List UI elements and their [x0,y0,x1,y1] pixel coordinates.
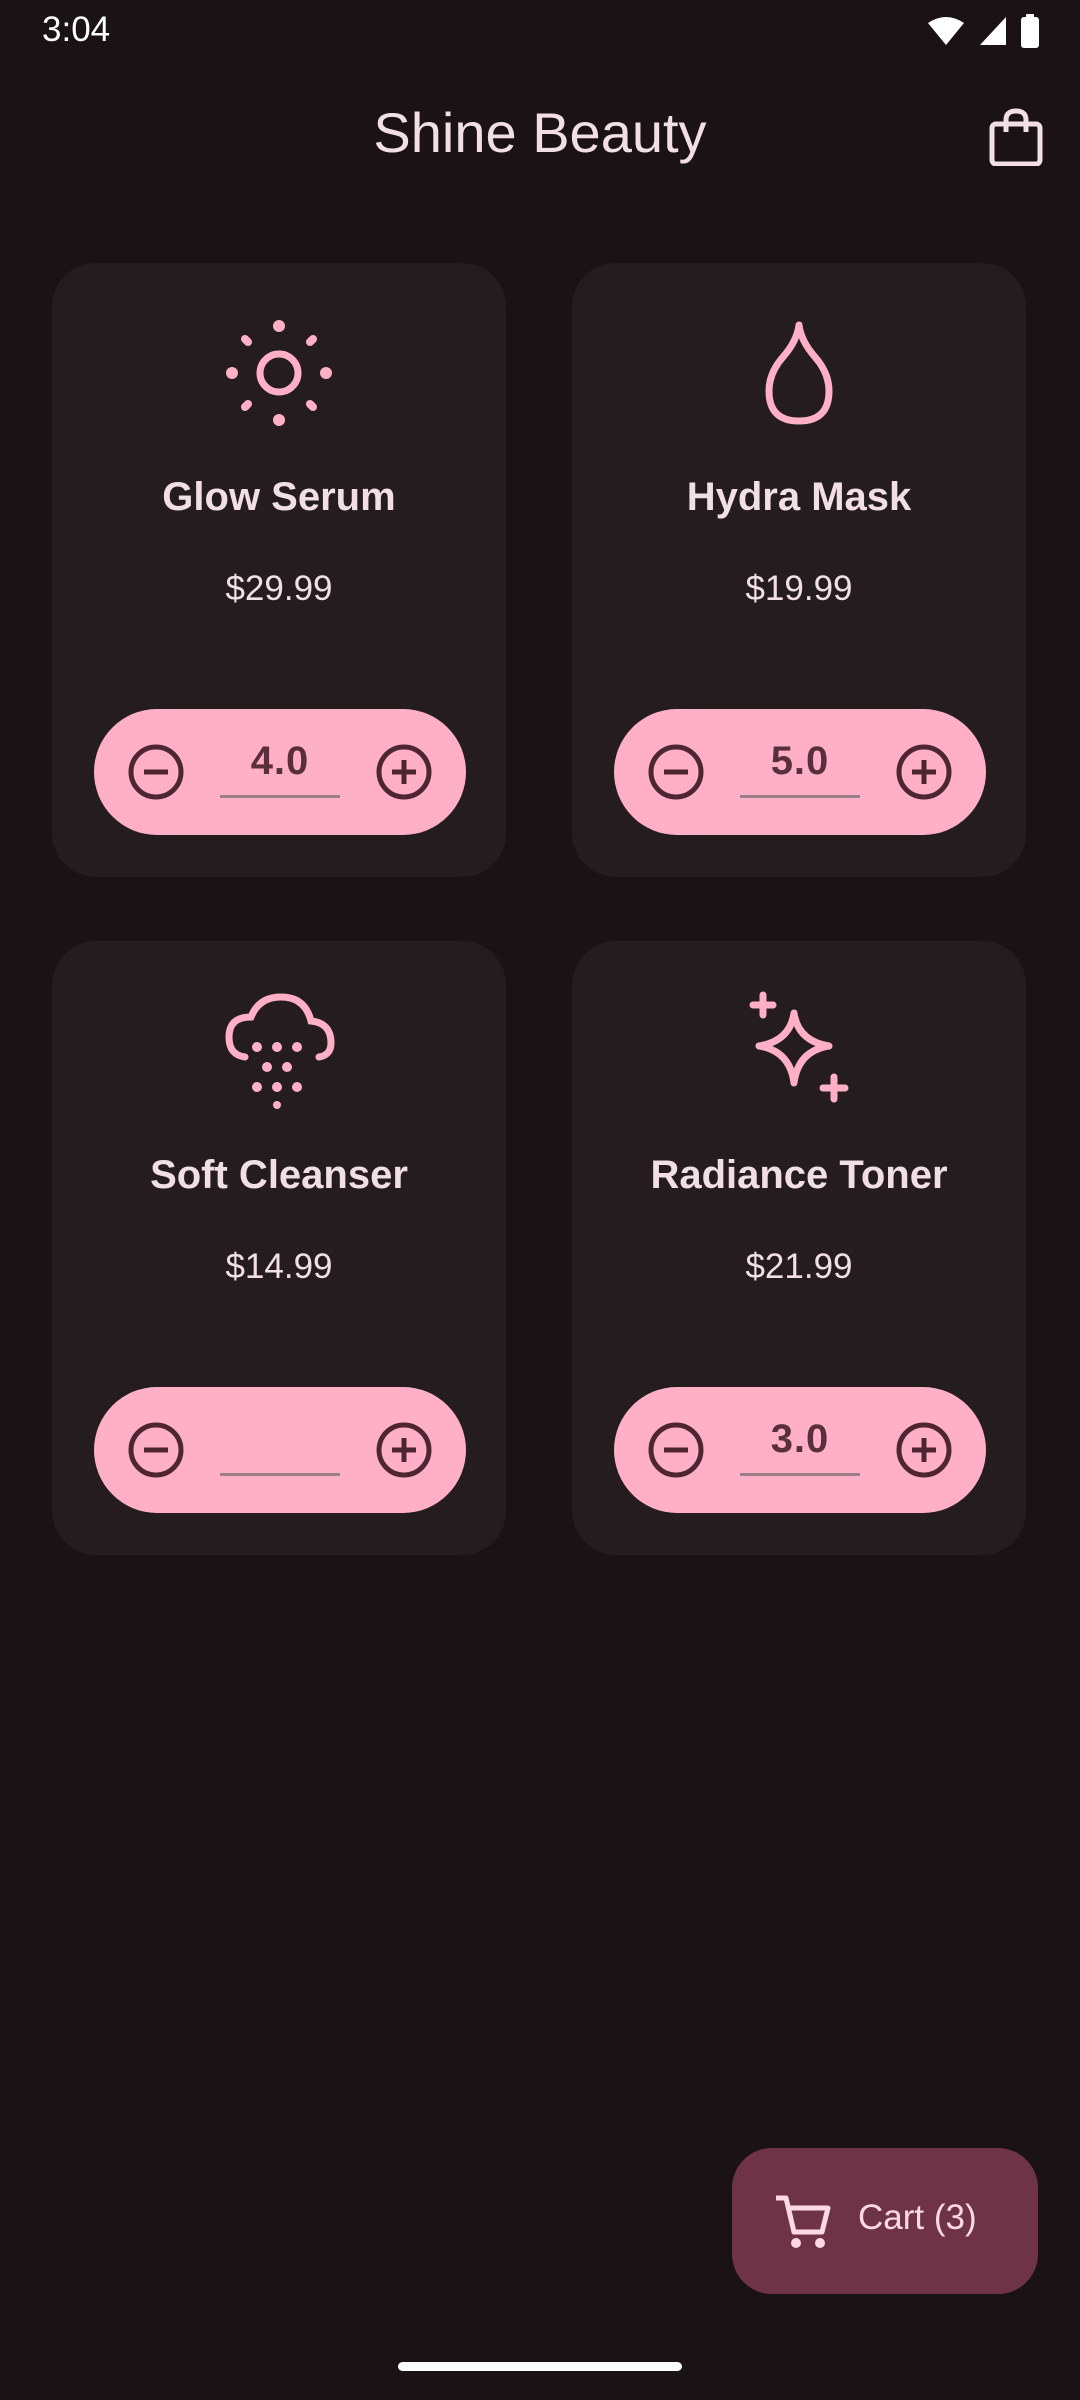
product-price: $14.99 [225,1247,333,1286]
increase-quantity-button[interactable] [374,742,434,802]
product-name: Hydra Mask [686,475,912,519]
sun-icon [226,320,332,426]
cellular-signal-icon [980,17,1006,45]
quantity-input[interactable] [220,1417,340,1476]
decrease-quantity-button[interactable] [646,742,706,802]
product-price: $29.99 [225,569,333,608]
quantity-input[interactable]: 5.0 [740,739,860,798]
quantity-input[interactable]: 4.0 [220,739,340,798]
water-drop-icon [765,321,833,425]
increase-quantity-button[interactable] [894,742,954,802]
product-name: Radiance Toner [650,1153,948,1197]
product-price: $19.99 [745,569,853,608]
decrease-quantity-button[interactable] [126,1420,186,1480]
shopping-bag-icon[interactable] [988,108,1044,166]
decrease-quantity-button[interactable] [126,742,186,802]
product-card-glow-serum: Glow Serum $29.99 4.0 [52,263,506,877]
status-time: 3:04 [42,10,111,49]
product-name: Soft Cleanser [150,1153,408,1197]
increase-quantity-button[interactable] [374,1420,434,1480]
quantity-stepper: 5.0 [614,709,986,835]
decrease-quantity-button[interactable] [646,1420,706,1480]
increase-quantity-button[interactable] [894,1420,954,1480]
quantity-stepper [94,1387,466,1513]
shopping-cart-icon [776,2195,831,2248]
product-card-soft-cleanser: Soft Cleanser $14.99 [52,941,506,1555]
quantity-stepper: 3.0 [614,1387,986,1513]
quantity-input[interactable]: 3.0 [740,1417,860,1476]
quantity-stepper: 4.0 [94,709,466,835]
sparkle-icon [749,991,849,1103]
battery-icon [1021,14,1039,48]
wifi-icon [928,17,964,45]
home-indicator[interactable] [398,2362,682,2371]
status-icons [926,14,1040,48]
cart-button-label: Cart (3) [858,2198,977,2237]
status-bar: 3:04 [0,0,1080,64]
cart-button[interactable]: Cart (3) [732,2148,1038,2294]
product-price: $21.99 [745,1247,853,1286]
product-card-radiance-toner: Radiance Toner $21.99 3.0 [572,941,1026,1555]
product-card-hydra-mask: Hydra Mask $19.99 5.0 [572,263,1026,877]
product-name: Glow Serum [162,475,396,519]
app-title: Shine Beauty [373,101,707,164]
rain-cloud-icon [225,993,335,1109]
